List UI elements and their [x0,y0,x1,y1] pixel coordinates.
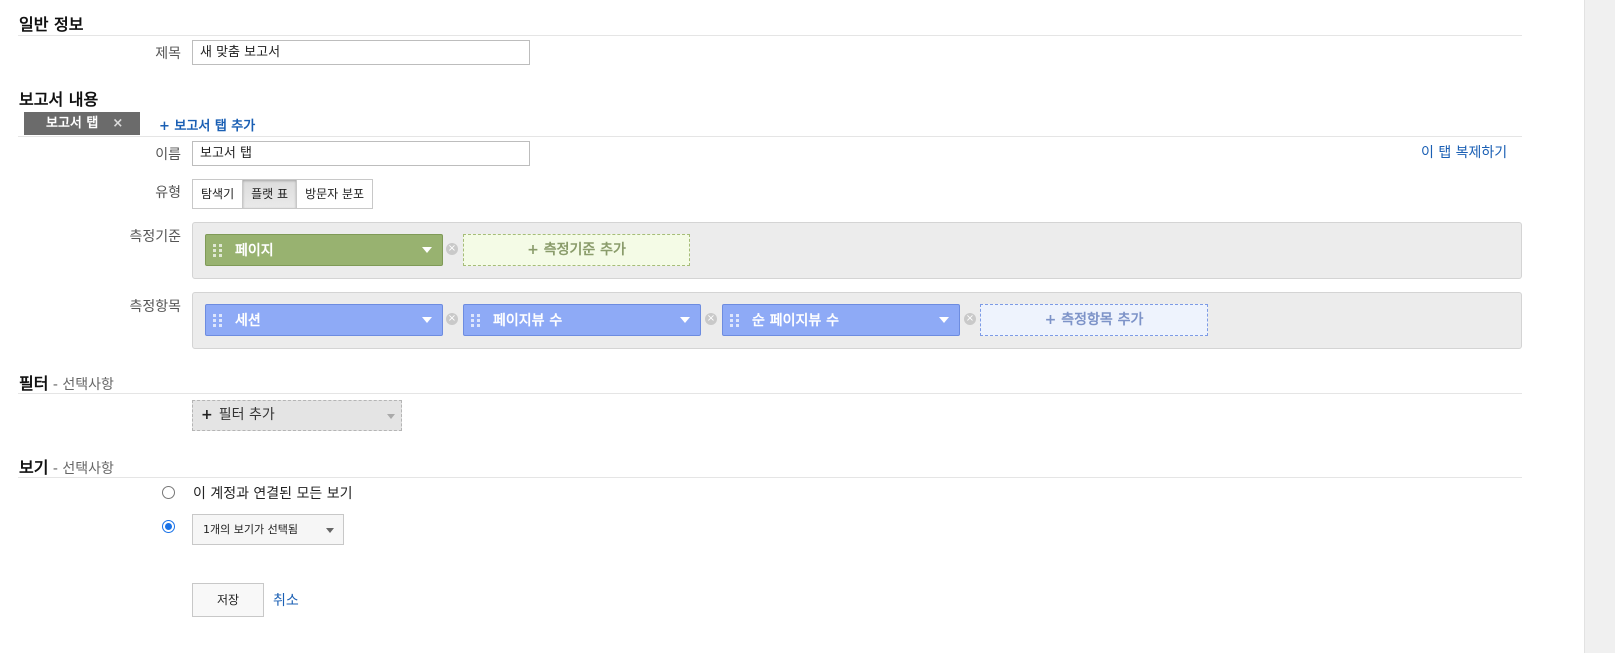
type-option-explorer[interactable]: 탐색기 [193,180,244,208]
type-selector: 탐색기 플랫 표 방문자 분포 [192,179,374,209]
chevron-down-icon[interactable] [680,317,690,323]
metric-chip-unique-pageviews[interactable]: 순 페이지뷰 수 [722,304,960,336]
metric-chip-label: 페이지뷰 수 [493,313,563,329]
remove-metric-icon[interactable]: × [705,313,717,325]
views-select-label: 1개의 보기가 선택됨 [203,523,298,536]
remove-metric-icon[interactable]: × [446,313,458,325]
report-content-title: 보고서 내용 [19,90,99,109]
general-section-title: 일반 정보 [19,15,84,34]
remove-metric-icon[interactable]: × [964,313,976,325]
drag-handle-icon[interactable] [730,313,740,327]
title-input[interactable]: 새 맞춤 보고서 [192,40,530,65]
filters-title: 필터 [19,374,49,393]
chevron-down-icon[interactable] [422,247,432,253]
add-dimension-button[interactable]: + 측정기준 추가 [463,234,690,266]
report-tab-label: 보고서 탭 [46,116,99,131]
close-tab-icon[interactable]: × [112,116,123,131]
dimension-chip-page[interactable]: 페이지 [205,234,443,266]
chevron-down-icon [387,414,395,419]
cancel-link[interactable]: 취소 [273,590,299,610]
filters-optional: - 선택사항 [48,377,114,393]
save-button[interactable]: 저장 [192,583,264,617]
name-label: 이름 [155,147,181,163]
add-metric-button[interactable]: + 측정항목 추가 [980,304,1208,336]
plus-icon: + [201,407,213,423]
content-divider [18,136,1522,137]
type-option-flat-table[interactable]: 플랫 표 [243,180,298,208]
dimensions-label: 측정기준 [129,229,181,245]
metric-chip-label: 세션 [235,313,261,329]
title-label: 제목 [155,46,181,62]
metric-chip-pageviews[interactable]: 페이지뷰 수 [463,304,701,336]
views-select[interactable]: 1개의 보기가 선택됨 [192,514,344,545]
chevron-down-icon [326,528,334,533]
report-tab[interactable]: 보고서 탭 × [24,112,140,135]
views-title: 보기 [19,458,49,477]
general-divider [18,35,1522,36]
chevron-down-icon[interactable] [422,317,432,323]
type-option-map-overlay[interactable]: 방문자 분포 [297,180,372,208]
filters-divider [18,393,1522,394]
views-optional: - 선택사항 [48,461,114,477]
chevron-down-icon[interactable] [939,317,949,323]
metric-chip-label: 순 페이지뷰 수 [752,313,840,329]
add-filter-label: 필터 추가 [218,407,275,423]
metric-chip-sessions[interactable]: 세션 [205,304,443,336]
remove-dimension-icon[interactable]: × [446,243,458,255]
views-divider [18,477,1522,478]
filters-section-title: 필터 - 선택사항 [19,370,114,394]
all-views-label: 이 계정과 연결된 모든 보기 [193,486,353,502]
add-report-tab-link[interactable]: + 보고서 탭 추가 [159,115,255,134]
drag-handle-icon[interactable] [213,243,223,257]
type-label: 유형 [155,185,181,201]
duplicate-tab-link[interactable]: 이 탭 복제하기 [1421,142,1507,162]
tab-name-input[interactable]: 보고서 탭 [192,141,530,166]
dimension-chip-label: 페이지 [235,243,274,259]
selected-views-radio[interactable] [162,520,175,533]
drag-handle-icon[interactable] [471,313,481,327]
metrics-label: 측정항목 [129,299,181,315]
views-section-title: 보기 - 선택사항 [19,454,114,478]
add-filter-dropdown[interactable]: + 필터 추가 [192,400,402,431]
drag-handle-icon[interactable] [213,313,223,327]
all-views-radio[interactable] [162,486,175,499]
vertical-scrollbar[interactable] [1584,0,1615,653]
